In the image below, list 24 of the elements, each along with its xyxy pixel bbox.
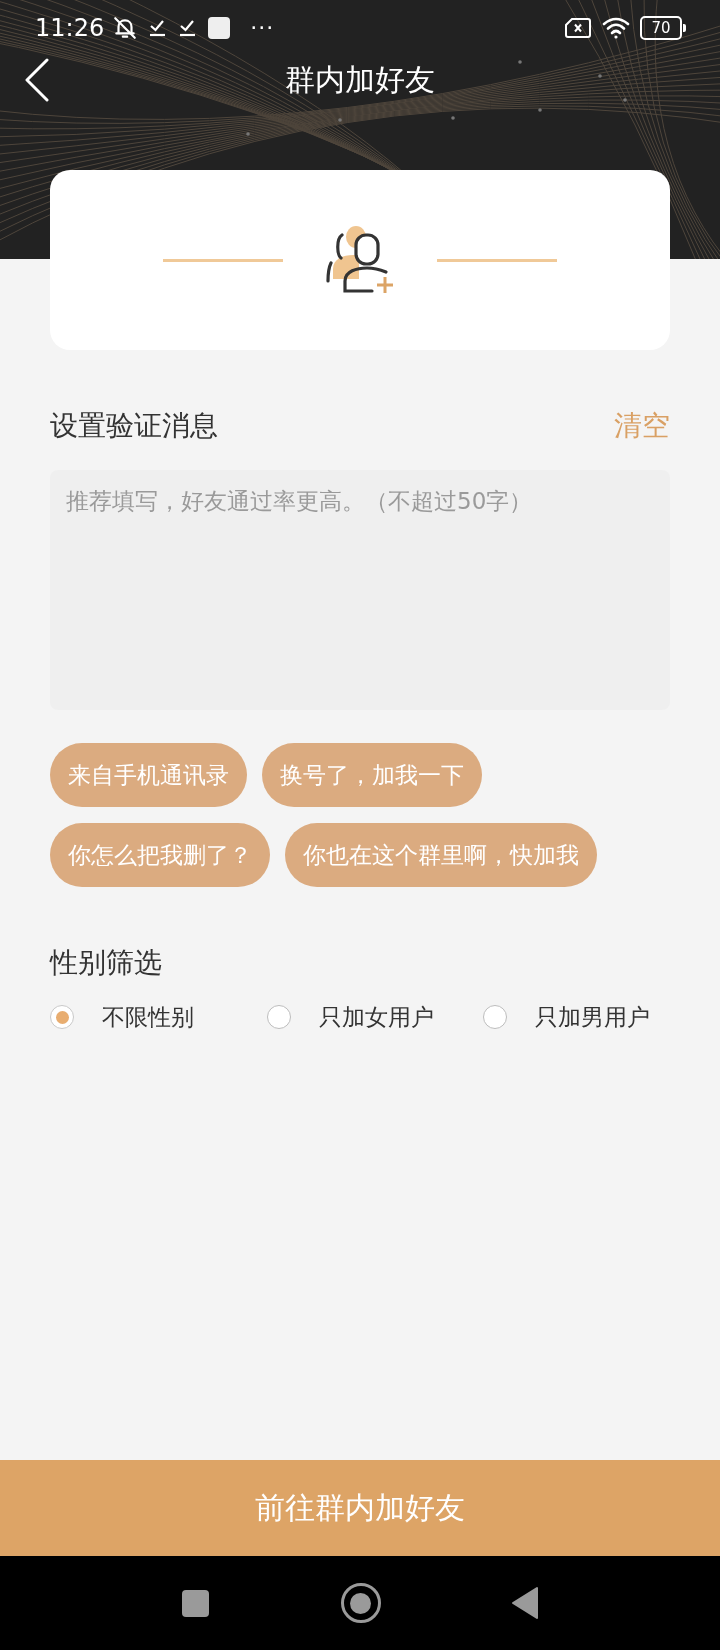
add-person-icon [325, 225, 395, 295]
back-icon[interactable] [510, 1586, 539, 1620]
sim-card-x-icon [564, 15, 592, 40]
home-icon[interactable] [340, 1583, 381, 1623]
suggestion-chip[interactable]: 你怎么把我删了？ [50, 823, 270, 887]
suggestion-chip[interactable]: 来自手机通讯录 [50, 743, 247, 807]
message-input[interactable]: 推荐填写，好友通过率更高。（不超过50字） [50, 470, 670, 710]
suggestion-chip[interactable]: 你也在这个群里啊，快加我 [285, 823, 597, 887]
square-icon [208, 16, 231, 39]
gender-option[interactable]: 只加男用户 [483, 1001, 670, 1033]
page-title: 群内加好友 [285, 61, 435, 99]
gender-option[interactable]: 不限性别 [50, 1001, 267, 1033]
status-time: 11:26 [35, 13, 105, 42]
overflow-dots: ··· [250, 15, 275, 40]
section-label: 设置验证消息 [50, 408, 218, 444]
square-icon[interactable] [181, 1589, 209, 1617]
section-label: 性别筛选 [50, 945, 163, 981]
battery-indicator: 70 [640, 15, 686, 40]
wifi-icon [602, 15, 630, 40]
bell-off-icon [112, 14, 139, 41]
submit-button[interactable]: 前往群内加好友 [0, 1460, 720, 1556]
suggestion-chip[interactable]: 换号了，加我一下 [262, 743, 482, 807]
clear-button[interactable]: 清空 [614, 406, 670, 446]
gender-option[interactable]: 只加女用户 [267, 1001, 483, 1033]
